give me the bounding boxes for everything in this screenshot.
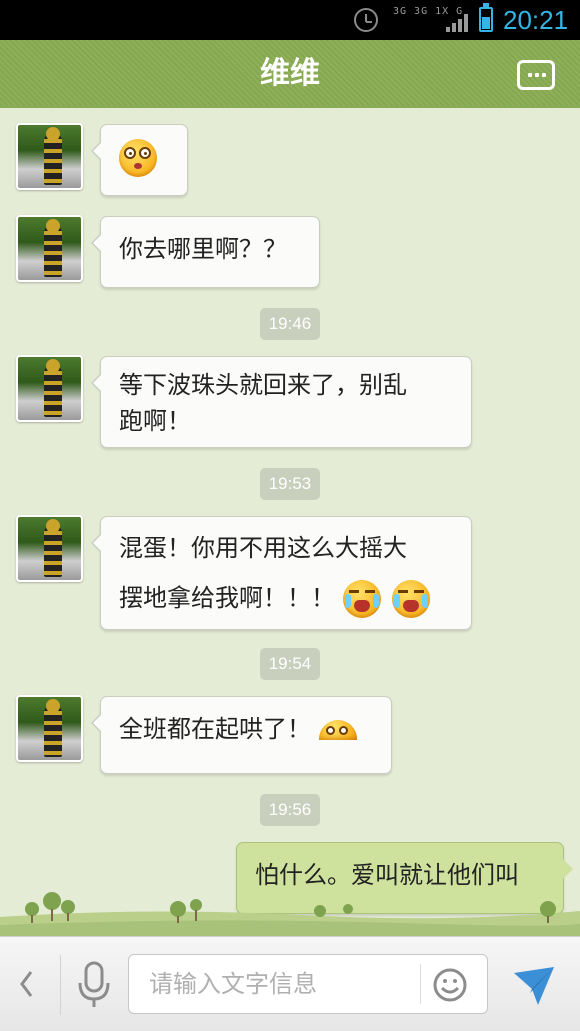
message-text: 你去哪里啊？？ [119,235,287,263]
message-bubble-incoming[interactable]: 等下波珠头就回来了，别乱 跑啊！ [91,356,472,448]
signal-icon [446,12,470,32]
alarm-clock-icon [354,8,378,32]
dizzy-emoji-icon [119,139,157,177]
message-bubble-outgoing[interactable]: 怕什么。爱叫就让他们叫 [236,842,573,914]
message-text: 跑啊！ [119,407,191,435]
status-time: 20:21 [503,5,569,35]
peeking-emoji-icon [318,720,357,740]
timestamp: 19:54 [260,648,320,680]
divider [60,955,61,1015]
contact-name-title: 维维 [260,56,320,91]
message-text: 混蛋！你用不用这么大摇大 [119,534,407,562]
message-text: 摆地拿给我啊！！！ [119,584,335,612]
message-bubble-incoming[interactable]: 混蛋！你用不用这么大摇大 摆地拿给我啊！！！ [91,516,472,630]
chat-message-list[interactable]: 你去哪里啊？？ 19:46 等下波珠头就回来了，别乱 跑啊！ 19:53 混蛋！… [0,108,580,936]
message-input-bar [0,936,580,1031]
message-bubble-incoming[interactable] [91,124,188,196]
more-options-icon[interactable] [517,60,555,90]
battery-icon [479,3,493,32]
contact-avatar[interactable] [16,695,83,762]
message-text: 怕什么。爱叫就让他们叫 [255,861,519,889]
contact-avatar[interactable] [16,123,83,190]
contact-avatar[interactable] [16,355,83,422]
message-text: 全班都在起哄了！ [119,715,311,743]
microphone-icon[interactable] [74,959,114,1011]
send-icon[interactable] [510,961,558,1009]
message-bubble-incoming[interactable]: 你去哪里啊？？ [91,216,320,288]
smiley-icon[interactable] [432,967,468,1003]
message-bubble-incoming[interactable]: 全班都在起哄了！ [91,696,392,774]
timestamp: 19:53 [260,468,320,500]
status-bar: 3G 3G 1X G 20:21 [0,0,580,40]
divider [420,964,421,1004]
message-text: 等下波珠头就回来了，别乱 [119,371,407,399]
contact-avatar[interactable] [16,215,83,282]
timestamp: 19:56 [260,794,320,826]
crying-emoji-icon [342,580,381,618]
contact-avatar[interactable] [16,515,83,582]
timestamp: 19:46 [260,308,320,340]
back-arrow-icon[interactable] [18,969,34,999]
chat-header: 维维 [0,40,580,114]
crying-emoji-icon [392,580,431,618]
